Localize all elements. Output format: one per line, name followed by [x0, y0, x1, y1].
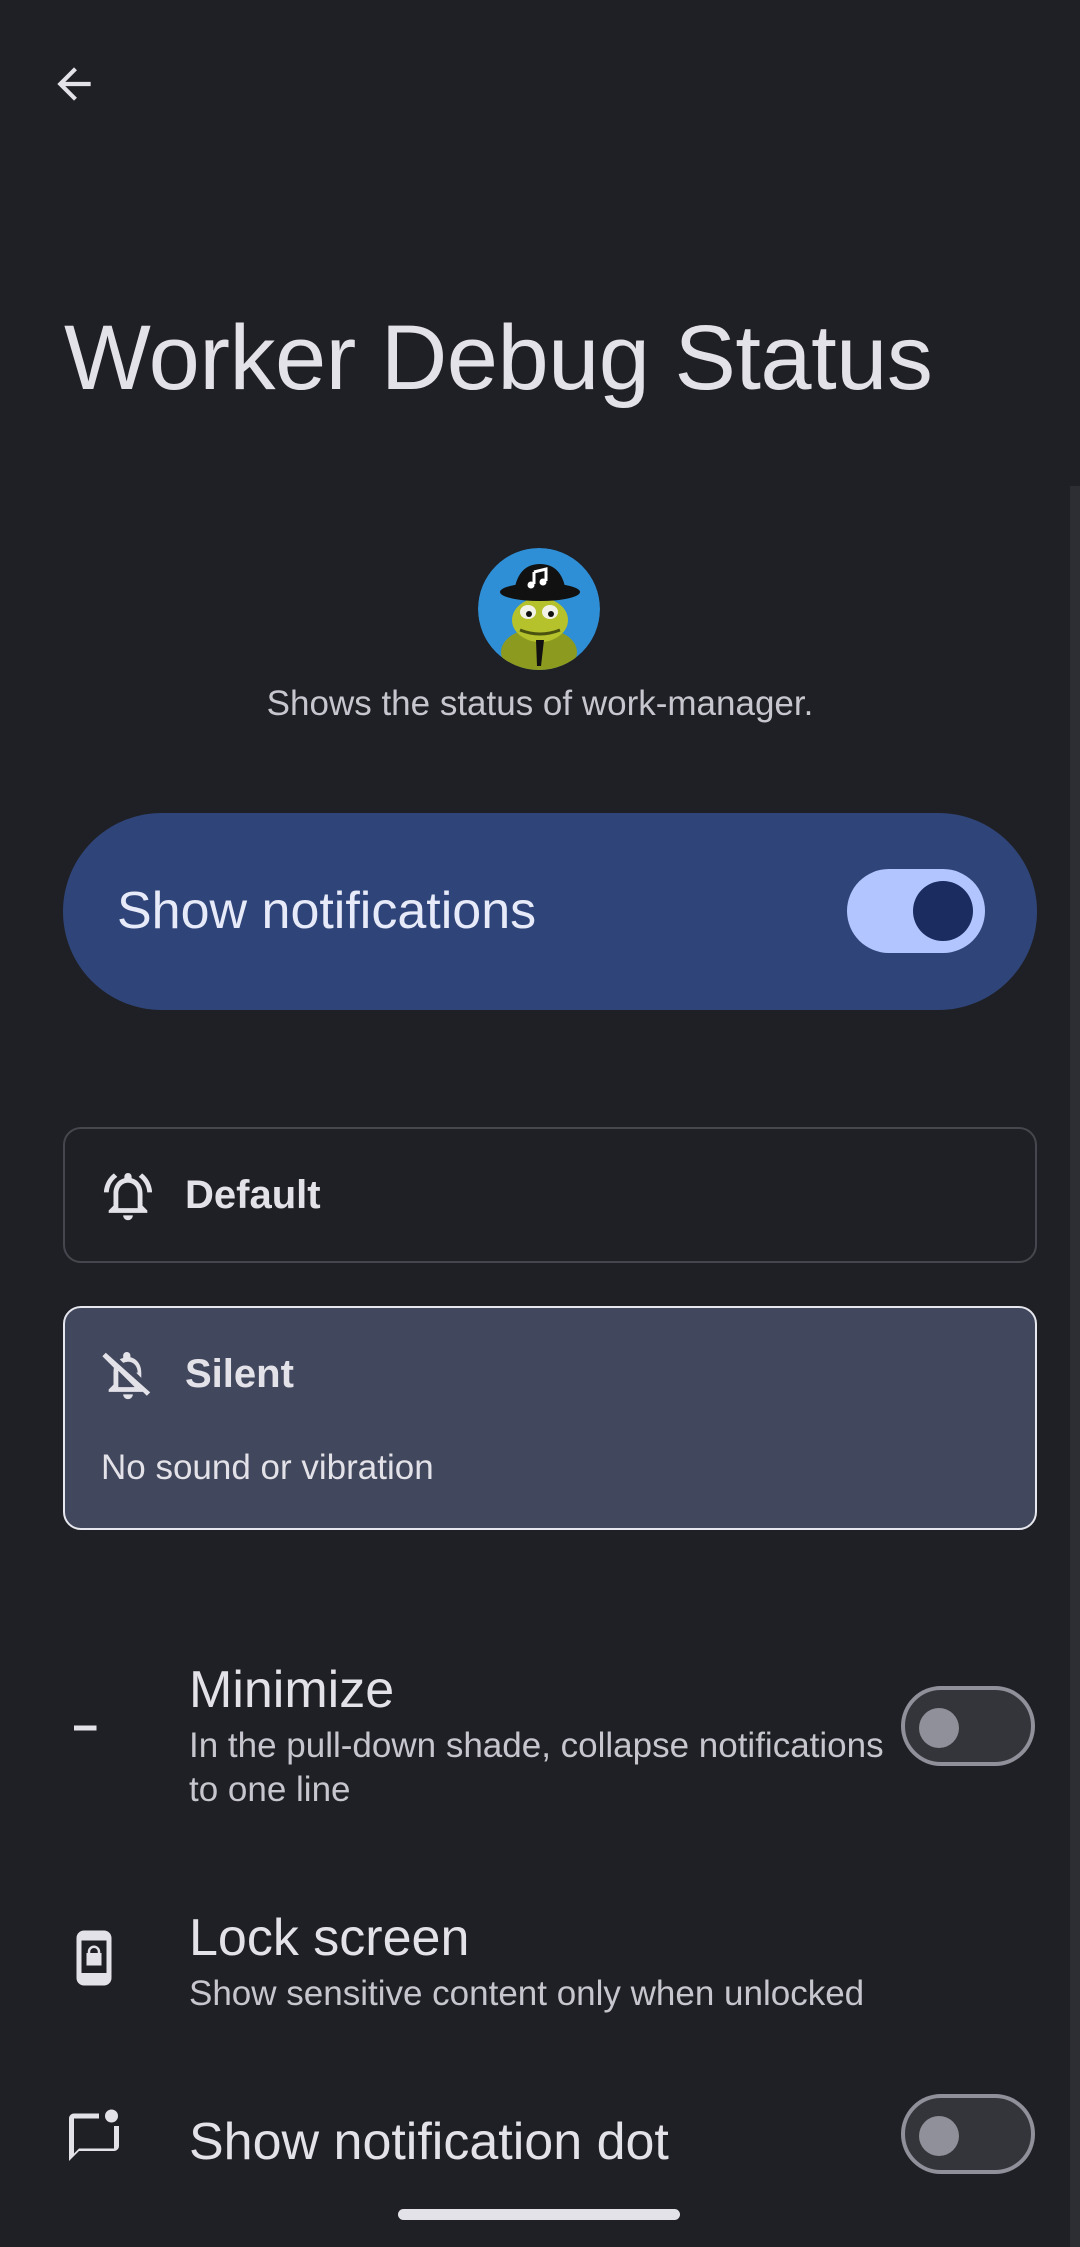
setting-minimize[interactable]: Minimize In the pull-down shade, collaps…: [0, 1640, 1080, 1820]
minimize-title: Minimize: [189, 1661, 395, 1719]
notification-dot-title: Show notification dot: [189, 2113, 669, 2171]
page-title: Worker Debug Status: [64, 307, 933, 409]
option-silent-title: Silent: [185, 1352, 294, 1396]
option-silent-subtitle: No sound or vibration: [101, 1448, 434, 1487]
notification-dot-icon: [69, 2109, 119, 2161]
setting-notification-dot[interactable]: Show notification dot: [0, 2086, 1080, 2206]
show-notifications-card[interactable]: Show notifications: [63, 813, 1037, 1010]
show-notifications-switch[interactable]: [847, 869, 985, 953]
app-description: Shows the status of work-manager.: [266, 684, 814, 723]
arrow-back-icon: [57, 67, 91, 101]
switch-thumb: [919, 1708, 959, 1748]
show-notifications-label: Show notifications: [117, 882, 537, 940]
bell-ringing-icon: [103, 1173, 153, 1221]
lock-screen-icon: [76, 1930, 112, 1986]
notification-dot-switch[interactable]: [901, 2094, 1035, 2174]
switch-thumb: [913, 881, 973, 941]
setting-lock-screen[interactable]: Lock screen Show sensitive content only …: [0, 1888, 1080, 2038]
minimize-subtitle: In the pull-down shade, collapse notific…: [189, 1726, 884, 1809]
notification-settings-screen: Worker Debug Status Shows the status of …: [0, 0, 1080, 2247]
minimize-icon: [74, 1725, 97, 1731]
option-default-title: Default: [185, 1173, 321, 1217]
minimize-switch[interactable]: [901, 1686, 1035, 1766]
bell-off-icon: [102, 1352, 151, 1400]
switch-thumb: [919, 2116, 959, 2156]
option-silent[interactable]: Silent No sound or vibration: [63, 1306, 1037, 1530]
lock-screen-title: Lock screen: [189, 1909, 470, 1967]
home-indicator[interactable]: [398, 2209, 680, 2220]
back-button[interactable]: [42, 52, 106, 116]
app-icon: [478, 548, 600, 670]
lock-screen-subtitle: Show sensitive content only when unlocke…: [189, 1974, 865, 2013]
option-default[interactable]: Default: [63, 1127, 1037, 1263]
